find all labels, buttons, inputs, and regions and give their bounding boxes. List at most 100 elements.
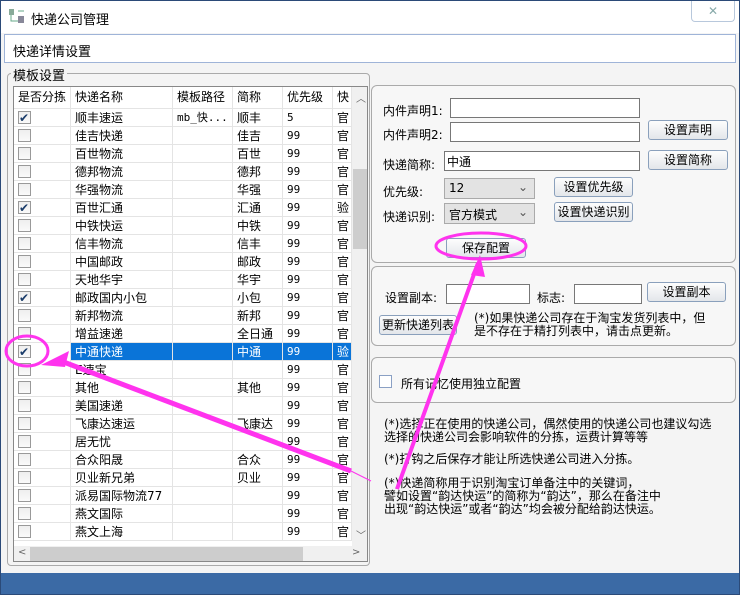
scroll-down-icon[interactable]: ﹀ bbox=[356, 527, 366, 542]
table-row[interactable]: 德邦物流 德邦 99 官 bbox=[14, 163, 352, 181]
table-row[interactable]: 顺丰速运mb_快...顺丰5官 bbox=[14, 109, 352, 127]
table-row[interactable]: 美国速递 99 官 bbox=[14, 397, 352, 415]
cell-name: 佳吉快递 bbox=[71, 127, 173, 145]
table-row[interactable]: 飞康达速运 飞康达 99 官 bbox=[14, 415, 352, 433]
set-short-button[interactable]: 设置简称 bbox=[648, 150, 728, 170]
set-recog-button[interactable]: 设置快递识别 bbox=[554, 202, 633, 222]
column-header[interactable]: 简称 bbox=[233, 87, 283, 108]
copy-input[interactable] bbox=[446, 284, 530, 304]
cell-priority: 99 bbox=[283, 451, 333, 469]
sort-checkbox[interactable] bbox=[18, 255, 31, 268]
scroll-thumb[interactable] bbox=[30, 547, 303, 561]
cell-mode: 官 bbox=[333, 415, 352, 433]
table-row[interactable]: 信丰物流 信丰 99 官 bbox=[14, 235, 352, 253]
column-header[interactable]: 是否分拣 bbox=[14, 87, 71, 108]
cell-name: 邮政国内小包 bbox=[71, 289, 173, 307]
cell-path bbox=[173, 325, 233, 343]
scroll-up-icon[interactable]: ︿ bbox=[356, 90, 366, 105]
table-row[interactable]: 中国邮政 邮政 99 官 bbox=[14, 253, 352, 271]
column-header[interactable]: 快递名称 bbox=[71, 87, 173, 108]
sort-checkbox[interactable] bbox=[18, 381, 31, 394]
inner2-input[interactable] bbox=[450, 122, 640, 142]
table-row[interactable]: 百世汇通 汇通99验 bbox=[14, 199, 352, 217]
recog-select[interactable]: 官方模式 ⌄ bbox=[444, 203, 535, 224]
scroll-thumb[interactable] bbox=[353, 169, 367, 249]
scroll-left-icon[interactable]: < bbox=[18, 547, 26, 558]
sort-checkbox[interactable] bbox=[18, 417, 31, 430]
horizontal-scrollbar[interactable]: < > bbox=[14, 546, 367, 561]
cell-name: 飞康达速运 bbox=[71, 415, 173, 433]
sort-checkbox[interactable] bbox=[18, 165, 31, 178]
sort-checkbox[interactable] bbox=[18, 219, 31, 232]
short-input[interactable] bbox=[444, 151, 640, 171]
cell-name: E速宝 bbox=[71, 361, 173, 379]
independent-checkbox[interactable] bbox=[379, 375, 392, 388]
column-header[interactable]: 优先级 bbox=[283, 87, 333, 108]
table-row[interactable]: 贝业新兄弟 贝业 99 官 bbox=[14, 469, 352, 487]
table-row[interactable]: 增益速递 全日通 99 官 bbox=[14, 325, 352, 343]
sort-checkbox[interactable] bbox=[18, 507, 31, 520]
cell-priority: 99 bbox=[283, 145, 333, 163]
sort-checkbox[interactable] bbox=[18, 109, 31, 127]
sort-checkbox[interactable] bbox=[18, 289, 31, 307]
sort-checkbox[interactable] bbox=[18, 327, 31, 340]
sort-checkbox[interactable] bbox=[18, 147, 31, 160]
cell-mode: 官 bbox=[333, 361, 352, 379]
inner1-input[interactable] bbox=[450, 98, 640, 118]
set-priority-button[interactable]: 设置优先级 bbox=[554, 177, 633, 197]
priority-select[interactable]: 12 ⌄ bbox=[444, 178, 535, 199]
table-row[interactable]: 其他 其他 99 官 bbox=[14, 379, 352, 397]
cell-mode: 官 bbox=[333, 433, 352, 451]
column-header[interactable]: 模板路径 bbox=[173, 87, 233, 108]
sort-checkbox[interactable] bbox=[18, 363, 31, 376]
sort-checkbox[interactable] bbox=[18, 489, 31, 502]
sort-checkbox[interactable] bbox=[18, 237, 31, 250]
table-row[interactable]: 邮政国内小包 小包99官 bbox=[14, 289, 352, 307]
cell-name: 顺丰速运 bbox=[71, 109, 173, 127]
close-button[interactable]: ✕ bbox=[691, 1, 735, 22]
vertical-scrollbar[interactable]: ︿ ﹀ bbox=[352, 87, 367, 546]
sort-checkbox[interactable] bbox=[18, 471, 31, 484]
sort-checkbox[interactable] bbox=[18, 183, 31, 196]
sort-checkbox[interactable] bbox=[18, 199, 31, 217]
table-row[interactable]: 百世物流 百世 99 官 bbox=[14, 145, 352, 163]
table-row[interactable]: 新邦物流 新邦 99 官 bbox=[14, 307, 352, 325]
scroll-right-icon[interactable]: > bbox=[352, 547, 360, 558]
table-row[interactable]: 华强物流 华强 99 官 bbox=[14, 181, 352, 199]
note: (*)快递简称用于识别淘宝订单备注中的关键词， 譬如设置“韵达快运”的简称为“韵… bbox=[384, 476, 661, 516]
table-header: 是否分拣 快递名称 模板路径 简称 优先级 快 bbox=[14, 87, 352, 109]
cell-path bbox=[173, 523, 233, 541]
table-row[interactable]: 派易国际物流77 99 官 bbox=[14, 487, 352, 505]
sort-checkbox[interactable] bbox=[18, 309, 31, 322]
sort-checkbox[interactable] bbox=[18, 343, 31, 361]
table-row[interactable]: 天地华宇 华宇 99 官 bbox=[14, 271, 352, 289]
cell-priority: 99 bbox=[283, 433, 333, 451]
sort-checkbox[interactable] bbox=[18, 129, 31, 142]
set-copy-button[interactable]: 设置副本 bbox=[647, 282, 726, 302]
cell-priority: 99 bbox=[283, 523, 333, 541]
save-config-button[interactable]: 保存配置 bbox=[446, 238, 526, 258]
note: (*)打钩之后保存才能让所选快递公司进入分拣。 bbox=[384, 452, 640, 466]
flag-input[interactable] bbox=[574, 284, 642, 304]
cell-mode: 官 bbox=[333, 253, 352, 271]
sort-checkbox[interactable] bbox=[18, 525, 31, 538]
column-header[interactable]: 快 bbox=[333, 87, 352, 108]
set-declare-button[interactable]: 设置声明 bbox=[648, 120, 728, 140]
sort-checkbox[interactable] bbox=[18, 399, 31, 412]
table-row[interactable]: 佳吉快递 佳吉 99 官 bbox=[14, 127, 352, 145]
cell-name: 其他 bbox=[71, 379, 173, 397]
cell-path bbox=[173, 253, 233, 271]
sort-checkbox[interactable] bbox=[18, 435, 31, 448]
sort-checkbox[interactable] bbox=[18, 273, 31, 286]
table-row[interactable]: 燕文上海 99 官 bbox=[14, 523, 352, 541]
update-list-button[interactable]: 更新快递列表 bbox=[379, 315, 457, 335]
table-row[interactable]: 居无忧 99 官 bbox=[14, 433, 352, 451]
cell-path: mb_快... bbox=[173, 109, 233, 127]
table-row[interactable]: E速宝 99 官 bbox=[14, 361, 352, 379]
cell-mode: 官 bbox=[333, 289, 352, 307]
table-row[interactable]: 合众阳晟 合众 99 官 bbox=[14, 451, 352, 469]
table-row[interactable]: 中铁快运 中铁 99 官 bbox=[14, 217, 352, 235]
sort-checkbox[interactable] bbox=[18, 453, 31, 466]
table-row[interactable]: 燕文国际 99 官 bbox=[14, 505, 352, 523]
table-row[interactable]: 中通快递 中通99验 bbox=[14, 343, 352, 361]
